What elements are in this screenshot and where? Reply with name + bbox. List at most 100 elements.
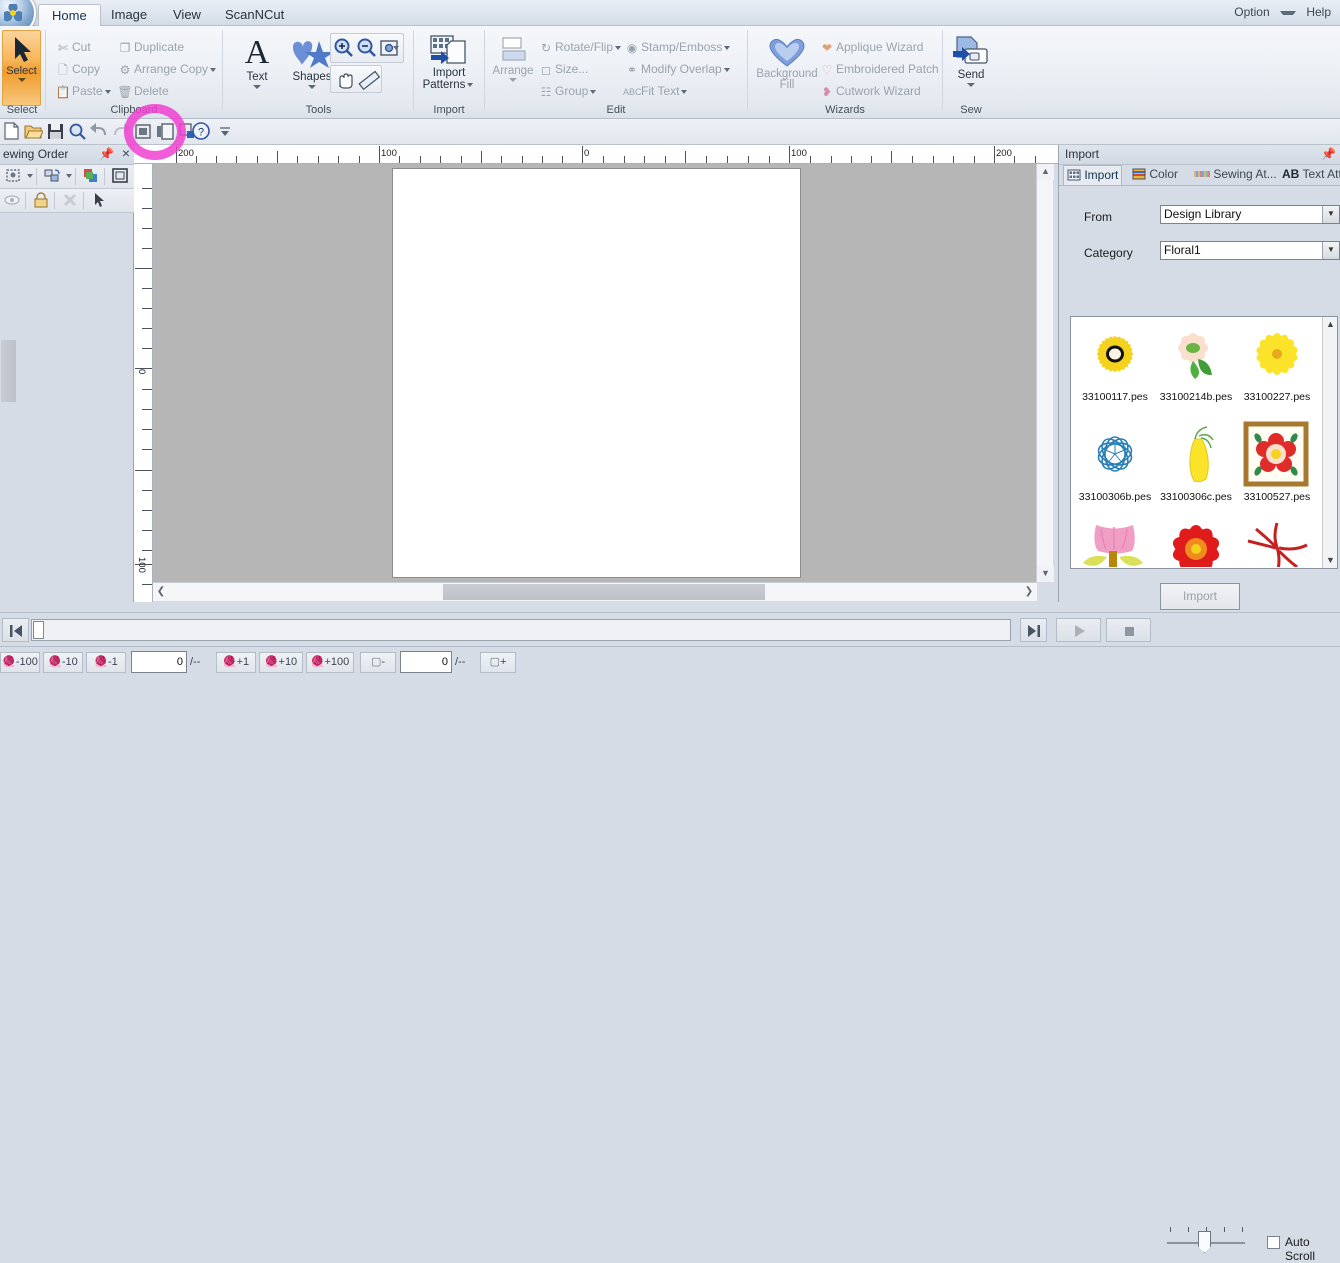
background-fill-button[interactable]: Background Fill: [752, 35, 822, 91]
hoop-work-area[interactable]: [392, 168, 801, 578]
ribbon-tab-view[interactable]: View: [160, 4, 214, 26]
skip-to-end-button[interactable]: [1020, 618, 1047, 642]
caret-down-icon[interactable]: [967, 83, 975, 87]
size-button[interactable]: ◻ Size...: [537, 59, 588, 79]
scroll-left-arrow-icon[interactable]: ❮: [153, 583, 169, 601]
auto-scroll-checkbox[interactable]: [1267, 1236, 1280, 1249]
stitch-number-field[interactable]: 0: [131, 651, 187, 673]
pan-hand-icon[interactable]: [333, 69, 355, 91]
gallery-item[interactable]: [1074, 521, 1156, 567]
save-icon[interactable]: [44, 121, 66, 143]
pointer-arrow-icon[interactable]: [89, 191, 109, 210]
gallery-item[interactable]: 33100527.pes: [1236, 421, 1318, 503]
panel-toggle-1-icon[interactable]: [132, 121, 154, 143]
stitch-fwd-10-button[interactable]: 🧶+10: [259, 652, 303, 673]
pin-icon[interactable]: 📌: [1321, 145, 1336, 164]
gallery-item[interactable]: 33100117.pes: [1074, 321, 1156, 403]
design-gallery[interactable]: 33100117.pes 33100214b.pes 33100227.pes …: [1070, 316, 1338, 569]
modify-overlap-button[interactable]: ⚭ Modify Overlap: [623, 59, 732, 79]
gallery-item[interactable]: 33100214b.pes: [1155, 321, 1237, 403]
color-number-field[interactable]: 0: [400, 651, 452, 673]
paste-button[interactable]: 📋 Paste: [54, 81, 113, 101]
from-select[interactable]: Design Library ▼: [1160, 205, 1340, 224]
pin-icon[interactable]: 📌: [99, 145, 114, 164]
fit-text-button[interactable]: ABCFit Text: [623, 81, 689, 101]
visibility-eye-icon[interactable]: [2, 191, 22, 210]
rotate-flip-button[interactable]: ↻ Rotate/Flip: [537, 37, 623, 57]
group-button[interactable]: ☷ Group: [537, 81, 598, 101]
gallery-item[interactable]: 33100306b.pes: [1074, 421, 1156, 503]
scroll-right-arrow-icon[interactable]: ❯: [1021, 583, 1037, 601]
color-fwd-button[interactable]: ▢+: [480, 652, 516, 673]
stamp-emboss-button[interactable]: ◉ Stamp/Emboss: [623, 37, 732, 57]
stop-button[interactable]: [1106, 618, 1151, 642]
chevron-down-icon[interactable]: ▼: [1322, 206, 1339, 223]
play-button[interactable]: [1056, 618, 1101, 642]
tab-import[interactable]: Import: [1063, 165, 1123, 185]
stitch-position-slider[interactable]: [31, 619, 1011, 641]
caret-down-icon[interactable]: [509, 78, 517, 82]
tab-color[interactable]: Color: [1129, 165, 1181, 185]
text-tool-button[interactable]: A Text: [234, 35, 280, 89]
canvas-horizontal-scrollbar[interactable]: ❮ ❯: [153, 582, 1037, 601]
applique-wizard-button[interactable]: ❤ Applique Wizard: [818, 37, 923, 57]
chevron-down-icon[interactable]: [393, 46, 399, 50]
send-button[interactable]: Send: [944, 35, 998, 87]
import-patterns-button[interactable]: Import Patterns: [416, 33, 482, 91]
embroidered-patch-button[interactable]: ♡ Embroidered Patch: [818, 59, 939, 79]
option-menu[interactable]: Option: [1229, 5, 1274, 19]
category-select[interactable]: Floral1 ▼: [1160, 241, 1340, 260]
chevron-down-icon[interactable]: [1279, 10, 1296, 15]
scroll-up-arrow-icon[interactable]: ▲: [1323, 317, 1338, 332]
chevron-down-icon[interactable]: [724, 45, 731, 50]
chevron-down-icon[interactable]: [467, 82, 474, 87]
copy-button[interactable]: 🗋 Copy: [54, 59, 100, 79]
canvas-vertical-scrollbar[interactable]: ▲ ▼: [1036, 164, 1054, 582]
tab-sewing-attributes[interactable]: Sewing At...: [1191, 165, 1280, 185]
skip-to-start-button[interactable]: [2, 618, 29, 642]
gallery-item[interactable]: [1236, 521, 1318, 567]
stitch-fwd-100-button[interactable]: 🧶+100: [306, 652, 354, 673]
help-icon[interactable]: ?: [190, 121, 212, 143]
lock-icon[interactable]: [31, 191, 51, 210]
measure-ruler-icon[interactable]: [357, 69, 381, 91]
ribbon-tab-scanncut[interactable]: ScanNCut: [212, 4, 297, 26]
panel-toggle-2-icon[interactable]: [154, 121, 176, 143]
ribbon-tab-home[interactable]: Home: [38, 4, 101, 26]
zoom-out-icon[interactable]: [356, 37, 378, 59]
arrange-copy-button[interactable]: ⚙ Arrange Copy: [116, 59, 218, 79]
close-icon[interactable]: ×: [122, 144, 130, 163]
cutwork-wizard-button[interactable]: ❥ Cutwork Wizard: [818, 81, 921, 101]
vertical-scroll-thumb[interactable]: [1, 340, 16, 402]
scroll-down-arrow-icon[interactable]: ▼: [1037, 566, 1054, 582]
speed-slider-knob[interactable]: [1198, 1231, 1211, 1253]
gallery-item[interactable]: 33100227.pes: [1236, 321, 1318, 403]
stitch-back-10-button[interactable]: 🧶-10: [43, 652, 83, 673]
duplicate-button[interactable]: ❐ Duplicate: [116, 37, 184, 57]
select-tool-button[interactable]: Select: [2, 30, 41, 106]
chevron-down-icon[interactable]: [615, 45, 622, 50]
stitch-fwd-1-button[interactable]: 🧶+1: [216, 652, 256, 673]
tab-text-attributes[interactable]: AB Text Attrib: [1279, 165, 1340, 185]
scroll-down-arrow-icon[interactable]: ▼: [1323, 553, 1338, 568]
chevron-down-icon[interactable]: ▼: [1322, 242, 1339, 259]
ribbon-tab-image[interactable]: Image: [98, 4, 160, 26]
customize-qat-icon[interactable]: [214, 121, 236, 143]
reorder-icon[interactable]: [42, 167, 62, 186]
view-hoop-icon[interactable]: [110, 167, 130, 186]
select-all-objects-icon[interactable]: [3, 167, 23, 186]
horizontal-scroll-thumb[interactable]: [443, 584, 765, 600]
caret-down-icon[interactable]: [308, 85, 316, 89]
arrange-button[interactable]: Arrange: [489, 35, 537, 82]
undo-icon[interactable]: [88, 121, 110, 143]
caret-down-icon[interactable]: [17, 78, 26, 82]
stitch-back-1-button[interactable]: 🧶-1: [86, 652, 126, 673]
cut-button[interactable]: ✄ Cut: [54, 37, 91, 57]
stitch-back-100-button[interactable]: 🧶-100: [0, 652, 40, 673]
scroll-up-arrow-icon[interactable]: ▲: [1037, 164, 1054, 180]
zoom-icon[interactable]: [66, 121, 88, 143]
chevron-down-icon[interactable]: [681, 89, 688, 94]
design-canvas[interactable]: [153, 164, 1041, 582]
stitch-slider-thumb[interactable]: [33, 621, 44, 639]
gallery-item[interactable]: [1155, 521, 1237, 567]
